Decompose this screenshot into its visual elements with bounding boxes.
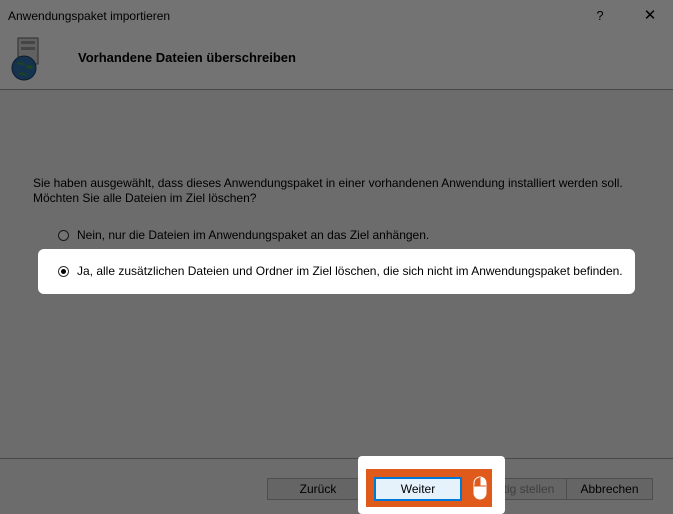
description-line-2: Möchten Sie alle Dateien im Ziel löschen… xyxy=(33,191,257,205)
radio-delete[interactable] xyxy=(58,265,69,277)
package-globe-icon xyxy=(11,37,39,81)
help-button[interactable]: ? xyxy=(590,7,610,25)
next-button[interactable]: Weiter xyxy=(374,477,462,501)
header-divider xyxy=(0,89,673,90)
option-delete-label: Ja, alle zusätzlichen Dateien und Ordner… xyxy=(77,264,623,278)
option-append-label: Nein, nur die Dateien im Anwendungspaket… xyxy=(77,228,430,242)
page-title: Vorhandene Dateien überschreiben xyxy=(78,50,296,65)
mouse-click-icon xyxy=(473,476,487,500)
description-text: Sie haben ausgewählt, dass dieses Anwend… xyxy=(33,176,653,206)
cancel-button[interactable]: Abbrechen xyxy=(566,478,653,500)
back-button[interactable]: Zurück xyxy=(267,478,369,500)
window-title: Anwendungspaket importieren xyxy=(8,9,171,23)
option-append-files[interactable]: Nein, nur die Dateien im Anwendungspaket… xyxy=(58,227,429,243)
option-delete-extra-files[interactable]: Ja, alle zusätzlichen Dateien und Ordner… xyxy=(58,263,623,279)
title-bar: Anwendungspaket importieren ? ✕ xyxy=(0,0,673,32)
footer-divider xyxy=(0,458,673,459)
close-button[interactable]: ✕ xyxy=(640,7,660,25)
radio-append[interactable] xyxy=(58,229,69,241)
description-line-1: Sie haben ausgewählt, dass dieses Anwend… xyxy=(33,176,623,190)
wizard-header: Vorhandene Dateien überschreiben xyxy=(0,32,673,90)
